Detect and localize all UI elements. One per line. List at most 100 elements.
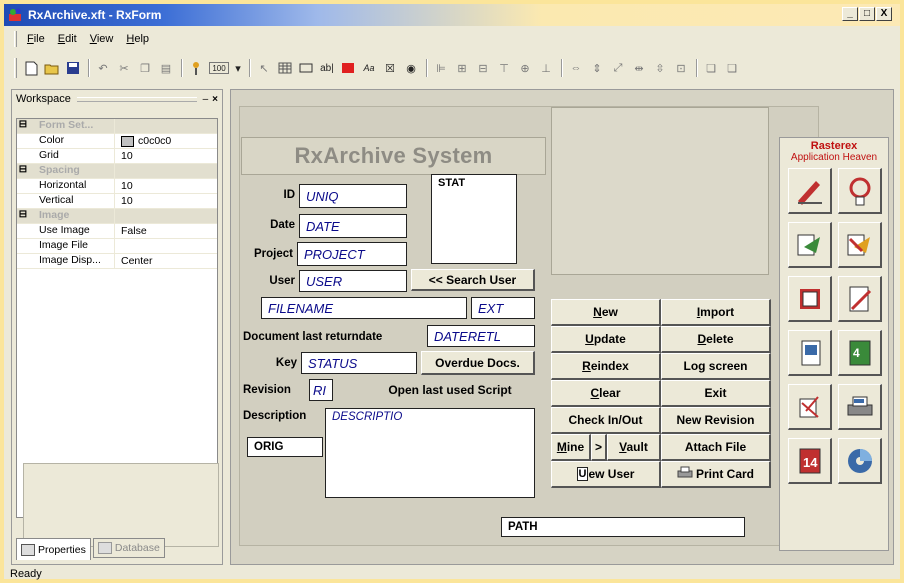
property-row[interactable]: Horizontal 10 <box>17 179 217 194</box>
search-user-button[interactable]: << Search User <box>411 269 535 291</box>
attach-file-button[interactable]: Attach File <box>661 434 771 461</box>
menu-grip[interactable] <box>14 31 17 47</box>
property-row[interactable]: Grid 10 <box>17 149 217 164</box>
check-in-out-button[interactable]: Check In/Out <box>551 407 661 434</box>
pin-icon[interactable]: – <box>203 94 209 105</box>
form-canvas[interactable]: RxArchive System ID UNIQ STAT Date DATE … <box>235 97 891 562</box>
save-icon[interactable] <box>65 60 81 76</box>
same-size-icon[interactable]: ⤢ <box>610 60 626 76</box>
import-button[interactable]: Import <box>661 299 771 326</box>
align-center-icon[interactable]: ⊞ <box>454 60 470 76</box>
font-icon[interactable]: Aa <box>361 60 377 76</box>
close-button[interactable]: X <box>876 7 892 21</box>
pointer-icon[interactable]: ↖ <box>256 60 272 76</box>
property-category[interactable]: ⊟ Image <box>17 209 217 224</box>
delete-button[interactable]: Delete <box>661 326 771 353</box>
rectangle-icon[interactable] <box>298 60 314 76</box>
filename-field[interactable]: FILENAME <box>261 297 467 319</box>
collapse-icon[interactable]: ⊟ <box>17 119 29 133</box>
new-revision-button[interactable]: New Revision <box>661 407 771 434</box>
property-category[interactable]: ⊟ Spacing <box>17 164 217 179</box>
align-bottom-icon[interactable]: ⊥ <box>538 60 554 76</box>
property-row[interactable]: Use Image False <box>17 224 217 239</box>
user-field[interactable]: USER <box>299 270 407 292</box>
paste-icon[interactable]: ▤ <box>158 60 174 76</box>
close-icon[interactable]: × <box>212 94 218 105</box>
cut-icon[interactable]: ✂ <box>116 60 132 76</box>
center-icon[interactable]: ⊡ <box>673 60 689 76</box>
minimize-button[interactable]: _ <box>842 7 858 21</box>
tab-database[interactable]: Database <box>92 538 165 558</box>
tab-properties[interactable]: Properties <box>16 538 91 560</box>
reindex-button[interactable]: Reindex <box>551 353 661 380</box>
grid-icon[interactable] <box>277 60 293 76</box>
arrow-button[interactable]: > <box>591 434 607 461</box>
undo-icon[interactable]: ↶ <box>95 60 111 76</box>
new-user-button[interactable]: Uew User <box>551 461 661 488</box>
menu-file[interactable]: File <box>23 33 54 45</box>
copy-icon[interactable]: ❐ <box>137 60 153 76</box>
textbox-icon[interactable]: ab| <box>319 60 335 76</box>
new-button[interactable]: New <box>551 299 661 326</box>
send-back-icon[interactable]: ❑ <box>724 60 740 76</box>
align-right-icon[interactable]: ⊟ <box>475 60 491 76</box>
color-icon[interactable] <box>340 60 356 76</box>
calendar-icon[interactable]: 14 <box>788 438 832 484</box>
collapse-icon[interactable]: ⊟ <box>17 164 29 178</box>
print-stack-icon[interactable] <box>788 276 832 322</box>
revision-field[interactable]: RI <box>309 379 333 401</box>
property-row[interactable]: Color c0c0c0 <box>17 134 217 149</box>
menu-help[interactable]: Help <box>122 33 158 45</box>
property-row[interactable]: Vertical 10 <box>17 194 217 209</box>
stat-field[interactable]: STAT <box>431 174 517 264</box>
zoom-dropdown-icon[interactable]: ▾ <box>234 60 242 76</box>
vault-button[interactable]: Vault <box>607 434 661 461</box>
markup-icon[interactable] <box>788 168 832 214</box>
zoom-icon[interactable]: 100 <box>209 62 229 74</box>
clear-button[interactable]: Clear <box>551 380 661 407</box>
space-horizontal-icon[interactable]: ⇹ <box>631 60 647 76</box>
compare-icon[interactable] <box>788 384 832 430</box>
overdue-docs-button[interactable]: Overdue Docs. <box>421 351 535 375</box>
mine-button[interactable]: Mine <box>551 434 591 461</box>
bring-front-icon[interactable]: ❏ <box>703 60 719 76</box>
ext-field[interactable]: EXT <box>471 297 535 319</box>
collapse-icon[interactable]: ⊟ <box>17 209 29 223</box>
open-last-script-button[interactable]: Open last used Script <box>365 379 535 401</box>
disk-icon[interactable] <box>838 438 882 484</box>
new-icon[interactable] <box>23 60 39 76</box>
menu-edit[interactable]: Edit <box>54 33 86 45</box>
document-icon[interactable] <box>788 330 832 376</box>
align-top-icon[interactable]: ⊤ <box>496 60 512 76</box>
date-field[interactable]: DATE <box>299 214 407 238</box>
workspace-header[interactable]: Workspace – × <box>12 90 222 108</box>
printer-icon[interactable] <box>838 384 882 430</box>
property-row[interactable]: Image File <box>17 239 217 254</box>
status-field[interactable]: STATUS <box>301 352 417 374</box>
same-width-icon[interactable]: ⇔ <box>568 60 584 76</box>
log-screen-button[interactable]: Log screen <box>661 353 771 380</box>
id-field[interactable]: UNIQ <box>299 184 407 208</box>
radio-icon[interactable]: ◉ <box>403 60 419 76</box>
maximize-button[interactable]: □ <box>859 7 875 21</box>
path-field[interactable]: PATH <box>501 517 745 537</box>
color-convert-icon[interactable] <box>838 222 882 268</box>
align-left-icon[interactable]: ⊫ <box>433 60 449 76</box>
search-doc-icon[interactable] <box>838 168 882 214</box>
checkbox-icon[interactable]: ☒ <box>382 60 398 76</box>
description-field[interactable]: DESCRIPTIO <box>325 408 535 498</box>
edit-doc-icon[interactable] <box>838 276 882 322</box>
menu-view[interactable]: View <box>86 33 123 45</box>
update-button[interactable]: Update <box>551 326 661 353</box>
exit-button[interactable]: Exit <box>661 380 771 407</box>
wizard-icon[interactable] <box>188 60 204 76</box>
align-middle-icon[interactable]: ⊕ <box>517 60 533 76</box>
project-field[interactable]: PROJECT <box>297 242 407 266</box>
convert-icon[interactable] <box>788 222 832 268</box>
space-vertical-icon[interactable]: ⇳ <box>652 60 668 76</box>
viewer-icon[interactable]: 4 <box>838 330 882 376</box>
dateretl-field[interactable]: DATERETL <box>427 325 535 347</box>
same-height-icon[interactable]: ⇕ <box>589 60 605 76</box>
open-icon[interactable] <box>44 60 60 76</box>
print-card-button[interactable]: Print Card <box>661 461 771 488</box>
